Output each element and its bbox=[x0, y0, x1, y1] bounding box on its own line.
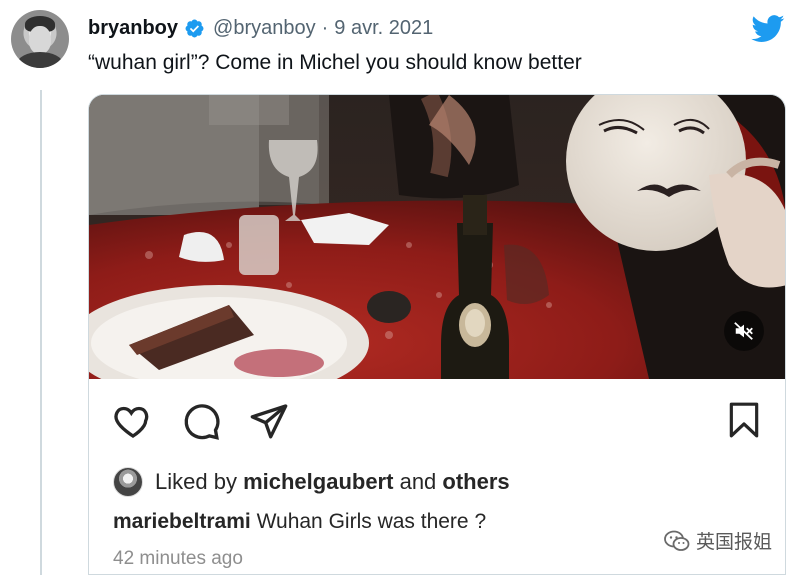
liked-and: and bbox=[399, 469, 437, 494]
send-icon[interactable] bbox=[249, 401, 289, 441]
handle[interactable]: @bryanboy bbox=[213, 17, 316, 40]
caption-row: mariebeltrami Wuhan Girls was there ? bbox=[113, 510, 486, 534]
bookmark-icon[interactable] bbox=[727, 401, 761, 439]
verified-badge-icon bbox=[185, 19, 204, 38]
avatar-shoulders bbox=[17, 52, 63, 68]
liked-others[interactable]: others bbox=[442, 469, 509, 494]
avatar[interactable] bbox=[11, 10, 69, 68]
wechat-icon bbox=[664, 530, 690, 551]
watermark: 英国报姐 bbox=[664, 527, 772, 554]
party-photo[interactable] bbox=[89, 95, 785, 379]
heart-icon[interactable] bbox=[113, 401, 153, 441]
liked-prefix: Liked by bbox=[155, 469, 237, 494]
tweet-text: “wuhan girl”? Come in Michel you should … bbox=[88, 51, 582, 74]
twitter-bird-icon[interactable] bbox=[751, 15, 785, 43]
avatar-face bbox=[29, 26, 51, 54]
post-timestamp: 42 minutes ago bbox=[113, 548, 243, 569]
tweet: bryanboy @bryanboy · 9 avr. 2021 “wuhan … bbox=[0, 0, 798, 575]
muted-speaker-icon bbox=[734, 322, 753, 340]
separator-dot: · bbox=[321, 17, 329, 39]
party-photo-illustration bbox=[89, 95, 785, 379]
liker-avatar[interactable] bbox=[113, 467, 143, 497]
comment-icon[interactable] bbox=[181, 401, 221, 441]
watermark-text: 英国报姐 bbox=[696, 531, 773, 553]
display-name[interactable]: bryanboy bbox=[88, 17, 178, 40]
liked-user[interactable]: michelgaubert bbox=[243, 469, 393, 494]
liked-by-row: Liked by michelgaubert and others bbox=[113, 467, 510, 497]
embedded-screenshot[interactable]: Liked by michelgaubert and others marieb… bbox=[88, 94, 786, 575]
liked-by-text: Liked by michelgaubert and others bbox=[155, 469, 510, 495]
thread-line bbox=[40, 90, 42, 575]
tweet-date[interactable]: 9 avr. 2021 bbox=[334, 17, 433, 40]
caption-user[interactable]: mariebeltrami bbox=[113, 510, 251, 533]
caption-text: Wuhan Girls was there ? bbox=[256, 510, 487, 533]
mute-button[interactable] bbox=[724, 311, 764, 351]
tweet-header: bryanboy @bryanboy · 9 avr. 2021 bbox=[88, 17, 433, 40]
